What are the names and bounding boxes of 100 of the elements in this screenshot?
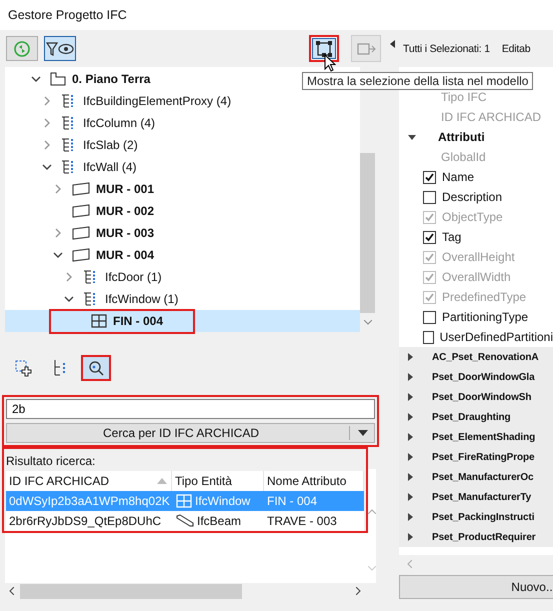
collapsed-chevron-icon[interactable]	[42, 140, 52, 150]
panel-header-label: Editab	[502, 42, 530, 54]
search-field[interactable]: 2b	[6, 399, 375, 419]
collapsed-triangle-icon[interactable]	[408, 353, 413, 361]
scroll-left-icon[interactable]	[9, 587, 14, 595]
export-arrow-icon	[355, 40, 377, 56]
window-title: Gestore Progetto IFC	[8, 8, 127, 22]
collapsed-triangle-icon[interactable]	[408, 373, 413, 381]
checkbox-label: OverallHeight	[442, 250, 515, 264]
tree-row[interactable]: MUR - 001	[5, 178, 160, 200]
wall-icon	[72, 182, 90, 196]
tree-row[interactable]: IfcSlab (2)	[5, 134, 143, 156]
tree-row[interactable]: IfcDoor (1)	[5, 266, 167, 288]
checkbox-label: Tag	[442, 230, 462, 244]
tree-item[interactable]: IfcWindow (1)	[78, 289, 184, 309]
collapsed-triangle-icon[interactable]	[408, 393, 413, 401]
expanded-chevron-icon[interactable]	[53, 250, 63, 260]
tree-item[interactable]: 0. Piano Terra	[45, 69, 156, 89]
checkbox-label: PredefinedType	[442, 290, 526, 304]
collapsed-chevron-icon[interactable]	[53, 228, 63, 238]
tree-item[interactable]: IfcSlab (2)	[56, 135, 143, 155]
tree-icon	[52, 359, 68, 377]
checkbox-label: UserDefinedPartitioni	[440, 330, 553, 344]
tooltip: Mostra la selezione della lista nel modello	[302, 72, 534, 90]
expanded-chevron-icon[interactable]	[31, 74, 41, 84]
scroll-down-icon[interactable]	[364, 320, 372, 325]
checkbox[interactable]	[423, 230, 436, 244]
tree-item[interactable]: IfcDoor (1)	[78, 267, 167, 287]
table-row[interactable]: 2br6rRyJbDS9_QtEp8DUhC IfcBeam TRAVE - 003	[6, 511, 364, 531]
tree-item[interactable]: IfcColumn (4)	[56, 113, 160, 133]
beam-icon	[176, 514, 194, 528]
tree-item[interactable]: MUR - 001	[67, 179, 160, 199]
expanded-triangle-icon[interactable]	[408, 134, 416, 140]
tree-row[interactable]: MUR - 004	[5, 244, 160, 266]
checkbox-label: PartitioningType	[442, 310, 528, 324]
add-selection-icon	[14, 359, 34, 377]
checkbox[interactable]	[423, 190, 436, 204]
floor-plan-icon	[50, 72, 66, 86]
collapsed-triangle-icon[interactable]	[408, 433, 413, 441]
scrollbar-thumb[interactable]	[20, 584, 242, 598]
search-tool-button[interactable]	[81, 355, 111, 381]
tree-item[interactable]: FIN - 004	[49, 308, 196, 334]
results-label: Risultato ricerca:	[6, 453, 96, 470]
scrollbar-thumb[interactable]	[360, 153, 375, 313]
wall-icon	[72, 204, 90, 218]
table-cell-text: 0dWSyIp2b3aA1WPm8hq02K	[8, 494, 171, 508]
wall-icon	[72, 226, 90, 240]
table-cell-text: 2br6rRyJbDS9_QtEp8DUhC	[8, 514, 162, 528]
collapsed-triangle-icon[interactable]	[408, 533, 413, 541]
tree-row[interactable]: 0. Piano Terra	[5, 68, 156, 90]
table-cell: IfcBeam	[197, 514, 242, 528]
filter-view-button[interactable]	[44, 36, 76, 61]
collapsed-chevron-icon[interactable]	[64, 272, 74, 282]
tree-row[interactable]: MUR - 002	[5, 200, 160, 222]
tree-row[interactable]: IfcWindow (1)	[5, 288, 184, 310]
table-cell-text: TRAVE - 003	[266, 514, 338, 528]
checkbox[interactable]	[423, 330, 434, 344]
collapsed-triangle-icon[interactable]	[408, 513, 413, 521]
selection-frame-icon	[314, 40, 334, 58]
tree-item[interactable]: MUR - 003	[67, 223, 160, 243]
collapsed-triangle-icon[interactable]	[408, 453, 413, 461]
search-mode-dropdown[interactable]: Cerca per ID IFC ARCHICAD	[6, 423, 375, 443]
new-button[interactable]: Nuovo...	[399, 575, 553, 599]
tree-row[interactable]: IfcBuildingElementProxy (4)	[5, 90, 236, 112]
tree-row[interactable]: IfcColumn (4)	[5, 112, 160, 134]
panel-header-label: Tutti i Selezionati: 1	[403, 42, 490, 54]
scroll-right-icon[interactable]	[356, 587, 361, 595]
window-icon	[91, 313, 107, 329]
expanded-chevron-icon[interactable]	[42, 162, 52, 172]
property-group[interactable]: Attributi	[438, 130, 485, 144]
property-label: GlobalId	[440, 150, 486, 164]
collapsed-triangle-icon[interactable]	[408, 413, 413, 421]
property-label: ID IFC ARCHICAD	[440, 110, 542, 124]
property-label: Tipo IFC	[440, 90, 487, 104]
checkbox-label: OverallWidth	[442, 270, 511, 284]
window-icon	[176, 493, 192, 509]
tree-row[interactable]: MUR - 003	[5, 222, 160, 244]
collapsed-triangle-icon[interactable]	[408, 493, 413, 501]
search-icon	[87, 359, 105, 377]
tree-row[interactable]: FIN - 004	[5, 310, 360, 332]
tree-item[interactable]: MUR - 002	[67, 201, 160, 221]
collapsed-triangle-icon[interactable]	[408, 473, 413, 481]
checkbox-label: ObjectType	[442, 210, 503, 224]
expanded-chevron-icon[interactable]	[64, 294, 74, 304]
collapsed-chevron-icon[interactable]	[42, 96, 52, 106]
tree-item[interactable]: IfcWall (4)	[56, 157, 142, 177]
collapsed-chevron-icon[interactable]	[42, 118, 52, 128]
collapsed-chevron-icon[interactable]	[53, 184, 63, 194]
tree-row[interactable]: IfcWall (4)	[5, 156, 142, 178]
table-cell-text: FIN - 004	[266, 494, 318, 508]
collapse-panel-icon[interactable]	[390, 40, 394, 48]
wall-icon	[72, 248, 90, 262]
checkbox-label: Name	[442, 170, 474, 184]
checkbox[interactable]	[423, 310, 436, 324]
tree-item[interactable]: IfcBuildingElementProxy (4)	[56, 91, 236, 111]
filter-eye-icon	[45, 40, 75, 56]
show-selection-button[interactable]	[309, 35, 339, 62]
tree-item[interactable]: MUR - 004	[67, 245, 160, 265]
refresh-icon	[13, 40, 31, 58]
checkbox[interactable]	[423, 170, 436, 184]
